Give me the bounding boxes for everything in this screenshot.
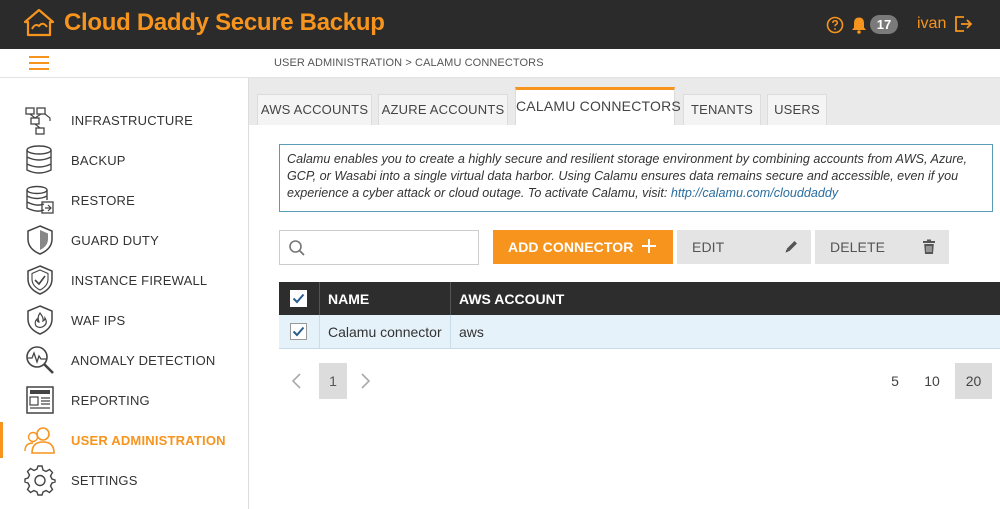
row-select-cell — [279, 315, 320, 348]
column-header-aws-account[interactable]: AWS ACCOUNT — [451, 282, 1000, 315]
shield-icon — [27, 225, 53, 255]
cell-aws-account: aws — [451, 315, 1000, 348]
sidebar-item-label: INSTANCE FIREWALL — [71, 273, 208, 288]
delete-button[interactable]: DELETE — [815, 230, 949, 264]
sidebar-item-reporting[interactable]: REPORTING — [0, 380, 248, 420]
newspaper-icon — [26, 386, 54, 414]
calamu-info-box: Calamu enables you to create a highly se… — [279, 144, 993, 212]
trash-icon — [923, 239, 935, 254]
sidebar-item-label: REPORTING — [71, 393, 150, 408]
column-header-name[interactable]: NAME — [320, 282, 451, 315]
add-connector-label: ADD CONNECTOR — [508, 239, 634, 255]
sidebar-item-infrastructure[interactable]: INFRASTRUCTURE — [0, 100, 248, 140]
sidebar-item-label: ANOMALY DETECTION — [71, 353, 216, 368]
previous-page-icon[interactable] — [289, 372, 303, 390]
pencil-icon — [785, 241, 797, 253]
sidebar: INFRASTRUCTURE BACKUP RESTORE GUARD DUTY… — [0, 78, 249, 509]
tab-bar: AWS ACCOUNTS AZURE ACCOUNTS CALAMU CONNE… — [249, 78, 1000, 125]
breadcrumb: USER ADMINISTRATION > CALAMU CONNECTORS — [274, 57, 544, 69]
delete-label: DELETE — [830, 239, 886, 255]
tab-tenants[interactable]: TENANTS — [683, 94, 761, 125]
next-page-icon[interactable] — [359, 372, 373, 390]
tab-calamu-connectors[interactable]: CALAMU CONNECTORS — [515, 87, 681, 125]
sidebar-item-backup[interactable]: BACKUP — [0, 140, 248, 180]
bell-icon[interactable] — [851, 16, 867, 34]
select-all-checkbox[interactable] — [290, 290, 307, 307]
gear-icon — [24, 465, 56, 496]
page-size-5[interactable]: 5 — [881, 363, 909, 399]
page-size-20[interactable]: 20 — [955, 363, 992, 399]
plus-icon — [642, 239, 656, 253]
page-size-10[interactable]: 10 — [917, 363, 947, 399]
sidebar-item-label: RESTORE — [71, 193, 136, 208]
main-content: AWS ACCOUNTS AZURE ACCOUNTS CALAMU CONNE… — [249, 78, 1000, 509]
table-row[interactable]: Calamu connector aws — [279, 315, 1000, 349]
calamu-link[interactable]: http://calamu.com/clouddaddy — [671, 186, 838, 200]
edit-label: EDIT — [692, 239, 725, 255]
sidebar-item-label: SETTINGS — [71, 473, 138, 488]
row-checkbox[interactable] — [290, 323, 307, 340]
tab-aws-accounts[interactable]: AWS ACCOUNTS — [257, 94, 372, 125]
shield-fire-icon — [27, 305, 53, 335]
sidebar-item-waf-ips[interactable]: WAF IPS — [0, 300, 248, 340]
add-connector-button[interactable]: ADD CONNECTOR — [493, 230, 673, 264]
sidebar-item-label: INFRASTRUCTURE — [71, 113, 193, 128]
sidebar-item-label: USER ADMINISTRATION — [71, 433, 226, 448]
cell-name: Calamu connector — [320, 315, 451, 348]
magnifier-pulse-icon — [26, 346, 54, 374]
edit-button[interactable]: EDIT — [677, 230, 811, 264]
username[interactable]: ivan — [917, 15, 946, 33]
app-header: Cloud Daddy Secure Backup 17 ivan — [0, 0, 1000, 49]
restore-icon — [26, 185, 54, 214]
infrastructure-icon — [25, 107, 51, 135]
search-icon — [289, 240, 305, 256]
shield-check-icon — [27, 265, 53, 295]
info-text: Calamu enables you to create a highly se… — [287, 152, 967, 200]
help-icon[interactable] — [826, 16, 844, 34]
app-title: Cloud Daddy Secure Backup — [64, 9, 385, 36]
search-box[interactable] — [279, 230, 479, 265]
column-header-label: AWS ACCOUNT — [459, 291, 565, 307]
hamburger-menu-icon[interactable] — [29, 56, 49, 70]
sidebar-item-label: GUARD DUTY — [71, 233, 159, 248]
tab-users[interactable]: USERS — [767, 94, 827, 125]
sidebar-item-settings[interactable]: SETTINGS — [0, 460, 248, 500]
sidebar-item-label: WAF IPS — [71, 313, 126, 328]
column-header-label: NAME — [328, 291, 370, 307]
tab-azure-accounts[interactable]: AZURE ACCOUNTS — [378, 94, 508, 125]
sidebar-item-anomaly-detection[interactable]: ANOMALY DETECTION — [0, 340, 248, 380]
logout-icon[interactable] — [953, 14, 973, 34]
logo-icon — [23, 8, 55, 37]
cell-aws-account-text: aws — [459, 324, 484, 340]
table-header: NAME AWS ACCOUNT — [279, 282, 1000, 315]
database-icon — [26, 145, 52, 174]
sub-header: USER ADMINISTRATION > CALAMU CONNECTORS — [0, 49, 1000, 78]
sidebar-item-restore[interactable]: RESTORE — [0, 180, 248, 220]
users-icon — [24, 427, 55, 454]
select-all-cell — [279, 282, 320, 315]
notification-badge: 17 — [870, 15, 898, 34]
pager: 1 5 10 20 — [279, 363, 1000, 399]
sidebar-item-label: BACKUP — [71, 153, 126, 168]
sidebar-item-user-administration[interactable]: USER ADMINISTRATION — [0, 420, 248, 460]
cell-name-text: Calamu connector — [328, 324, 442, 340]
sidebar-item-instance-firewall[interactable]: INSTANCE FIREWALL — [0, 260, 248, 300]
current-page[interactable]: 1 — [319, 363, 347, 399]
sidebar-item-guard-duty[interactable]: GUARD DUTY — [0, 220, 248, 260]
